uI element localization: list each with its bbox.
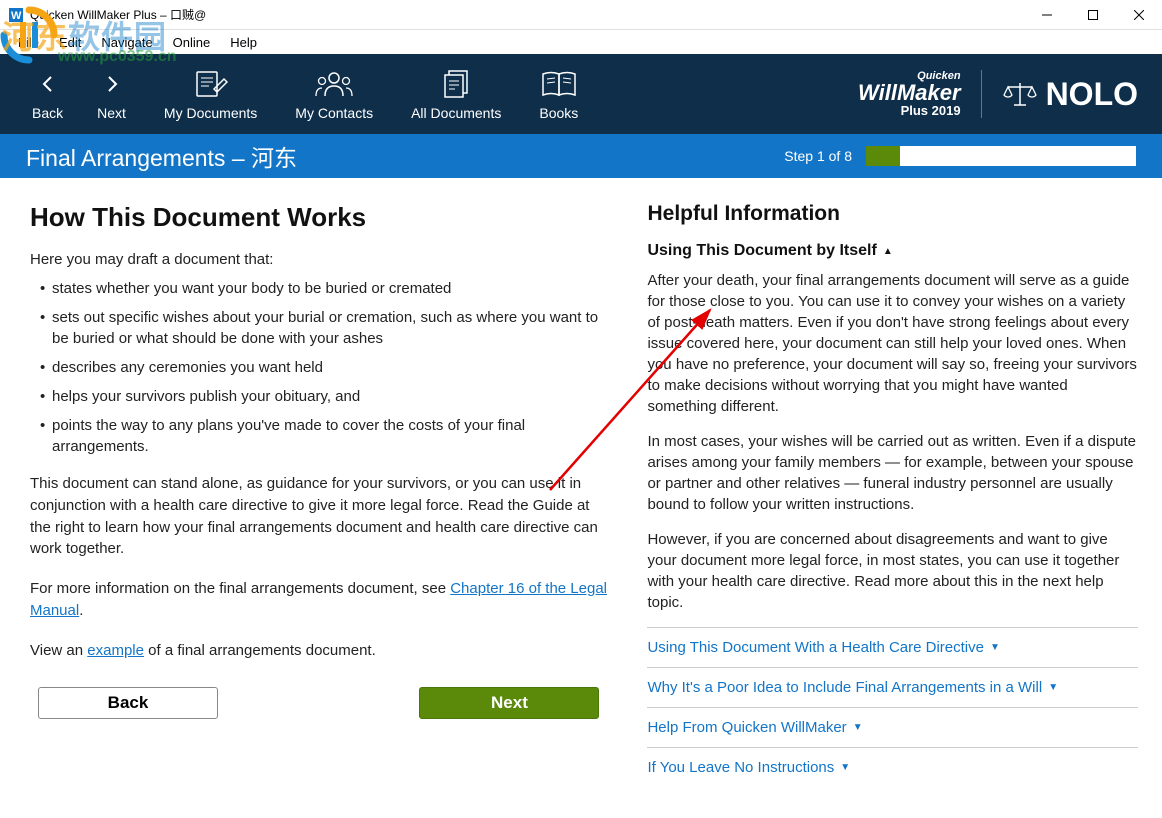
menu-help[interactable]: Help	[220, 33, 267, 52]
bullet-item: sets out specific wishes about your buri…	[40, 307, 607, 349]
text: .	[79, 602, 83, 619]
help-topic-link[interactable]: Using This Document With a Health Care D…	[647, 639, 1138, 656]
caret-up-icon: ▲	[883, 246, 893, 257]
help-topic-link[interactable]: If You Leave No Instructions ▼	[647, 759, 1138, 776]
text: of a final arrangements document.	[144, 642, 376, 659]
help-paragraph: After your death, your final arrangement…	[647, 270, 1138, 417]
svg-text:W: W	[11, 10, 22, 22]
toolbar-my-documents-button[interactable]: My Documents	[164, 67, 257, 121]
main-heading: How This Document Works	[30, 202, 607, 233]
toolbar-next-label: Next	[97, 105, 126, 121]
help-panel: Helpful Information Using This Document …	[627, 178, 1162, 818]
toolbar-next-button[interactable]: Next	[97, 67, 126, 121]
example-link[interactable]: example	[87, 642, 144, 659]
main-content: How This Document Works Here you may dra…	[0, 178, 627, 818]
progress-bar	[866, 146, 1136, 166]
help-link-label: Help From Quicken WillMaker	[647, 719, 846, 736]
window-title: Quicken WillMaker Plus – 口贼@	[30, 6, 1024, 23]
help-link-label: Why It's a Poor Idea to Include Final Ar…	[647, 679, 1042, 696]
close-button[interactable]	[1116, 0, 1162, 29]
scales-icon	[1002, 79, 1038, 109]
help-topic-link[interactable]: Why It's a Poor Idea to Include Final Ar…	[647, 679, 1138, 696]
toolbar-all-documents-label: All Documents	[411, 105, 501, 121]
caret-down-icon: ▼	[1048, 682, 1058, 693]
documents-icon	[441, 67, 471, 101]
menu-edit[interactable]: Edit	[49, 33, 91, 52]
next-button[interactable]: Next	[419, 687, 599, 719]
intro-text: Here you may draft a document that:	[30, 251, 607, 268]
toolbar-back-label: Back	[32, 105, 63, 121]
bullet-item: helps your survivors publish your obitua…	[40, 386, 607, 407]
text: View an	[30, 642, 87, 659]
brand-divider	[981, 70, 982, 118]
toolbar-my-contacts-label: My Contacts	[295, 105, 373, 121]
help-topic-label: Using This Document by Itself	[647, 242, 876, 260]
chevron-right-icon	[103, 67, 121, 101]
progress-fill	[866, 146, 900, 166]
toolbar-back-button[interactable]: Back	[32, 67, 63, 121]
text: For more information on the final arrang…	[30, 580, 450, 597]
toolbar-my-documents-label: My Documents	[164, 105, 257, 121]
document-pencil-icon	[194, 67, 228, 101]
titlebar: W Quicken WillMaker Plus – 口贼@	[0, 0, 1162, 30]
menu-online[interactable]: Online	[163, 33, 221, 52]
paragraph: For more information on the final arrang…	[30, 578, 607, 622]
maximize-button[interactable]	[1070, 0, 1116, 29]
step-indicator: Step 1 of 8	[784, 148, 852, 164]
nolo-logo: NOLO	[1002, 76, 1138, 113]
toolbar-my-contacts-button[interactable]: My Contacts	[295, 67, 373, 121]
people-icon	[315, 67, 353, 101]
help-heading: Helpful Information	[647, 202, 1138, 226]
bullet-item: points the way to any plans you've made …	[40, 415, 607, 457]
toolbar-all-documents-button[interactable]: All Documents	[411, 67, 501, 121]
caret-down-icon: ▼	[990, 642, 1000, 653]
page-title: Final Arrangements – 河东	[26, 139, 297, 173]
willmaker-logo: Quicken WillMaker Plus 2019	[858, 71, 961, 117]
app-icon: W	[8, 7, 24, 23]
help-paragraph: However, if you are concerned about disa…	[647, 529, 1138, 613]
paragraph: This document can stand alone, as guidan…	[30, 473, 607, 560]
book-icon	[541, 67, 577, 101]
menu-file[interactable]: File	[8, 33, 49, 52]
menubar: File Edit Navigate Online Help	[0, 30, 1162, 54]
back-button[interactable]: Back	[38, 687, 218, 719]
help-link-label: If You Leave No Instructions	[647, 759, 834, 776]
caret-down-icon: ▼	[840, 762, 850, 773]
help-topic-link[interactable]: Help From Quicken WillMaker ▼	[647, 719, 1138, 736]
help-paragraph: In most cases, your wishes will be carri…	[647, 431, 1138, 515]
bullet-item: states whether you want your body to be …	[40, 278, 607, 299]
toolbar-books-button[interactable]: Books	[539, 67, 578, 121]
caret-down-icon: ▼	[853, 722, 863, 733]
chevron-left-icon	[39, 67, 57, 101]
toolbar-books-label: Books	[539, 105, 578, 121]
help-link-label: Using This Document With a Health Care D…	[647, 639, 984, 656]
bullet-item: describes any ceremonies you want held	[40, 357, 607, 378]
help-topic-expanded[interactable]: Using This Document by Itself ▲	[647, 242, 1138, 260]
minimize-button[interactable]	[1024, 0, 1070, 29]
paragraph: View an example of a final arrangements …	[30, 640, 607, 662]
toolbar: Back Next My Documents My Contacts All D…	[0, 54, 1162, 134]
page-header: Final Arrangements – 河东 Step 1 of 8	[0, 134, 1162, 178]
menu-navigate[interactable]: Navigate	[91, 33, 162, 52]
